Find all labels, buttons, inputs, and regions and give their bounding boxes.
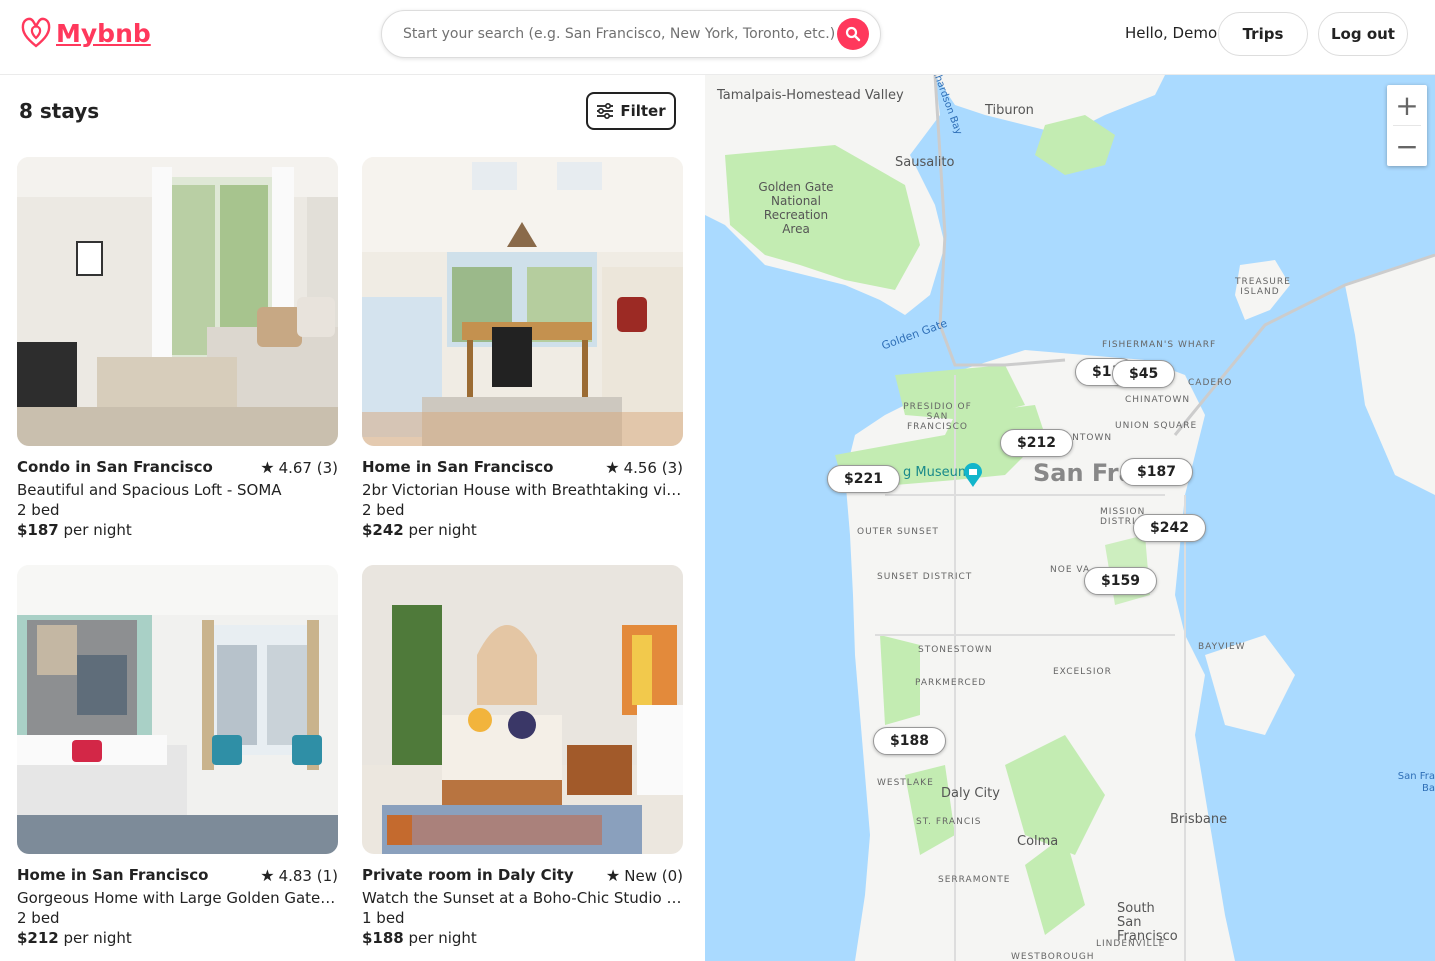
search-button[interactable] bbox=[837, 18, 869, 50]
map-label: ST. FRANCIS bbox=[916, 817, 982, 827]
listing-rating: ★ 4.56 (3) bbox=[605, 458, 683, 477]
price-amount: $242 bbox=[362, 521, 404, 539]
filter-label: Filter bbox=[620, 102, 666, 120]
map-label: OUTER SUNSET bbox=[857, 527, 939, 537]
map-label: WESTBOROUGH bbox=[1011, 952, 1095, 961]
listing-price: $188 per night bbox=[362, 929, 683, 947]
map-label: STONESTOWN bbox=[918, 645, 993, 655]
map-price-marker[interactable]: $45 bbox=[1112, 360, 1176, 388]
listing-description: Gorgeous Home with Large Golden Gate Br.… bbox=[17, 889, 338, 907]
map-price-marker[interactable]: $221 bbox=[827, 465, 900, 493]
map-label: Colma bbox=[1017, 834, 1059, 849]
filter-button[interactable]: Filter bbox=[586, 92, 676, 130]
listing-title: Private room in Daly City bbox=[362, 866, 574, 884]
search-input[interactable] bbox=[403, 26, 837, 42]
museum-pin-icon bbox=[963, 463, 983, 487]
map-label: BAYVIEW bbox=[1198, 642, 1246, 652]
price-amount: $212 bbox=[17, 929, 59, 947]
map-label: LINDENVILLE bbox=[1096, 939, 1166, 949]
map-label: Brisbane bbox=[1170, 812, 1228, 827]
listing-title: Home in San Francisco bbox=[362, 458, 554, 476]
user-greeting: Hello, Demo bbox=[1125, 24, 1218, 42]
brand-name: Mybnb bbox=[56, 18, 151, 48]
listing-card[interactable]: Home in San Francisco ★ 4.56 (3) 2br Vict… bbox=[362, 157, 683, 539]
listing-price: $212 per night bbox=[17, 929, 338, 947]
map-label: SUNSET DISTRICT bbox=[877, 572, 973, 582]
rating-value: 4.56 (3) bbox=[623, 458, 683, 477]
map-label: g Museum bbox=[903, 465, 971, 480]
rating-value: 4.83 (1) bbox=[278, 866, 338, 885]
sliders-icon bbox=[597, 103, 614, 119]
map-label: Daly City bbox=[941, 786, 1000, 801]
price-unit: per night bbox=[408, 521, 477, 539]
listing-price: $242 per night bbox=[362, 521, 683, 539]
listing-photo[interactable] bbox=[362, 565, 683, 854]
listing-beds: 1 bed bbox=[362, 909, 405, 927]
map-price-marker[interactable]: $188 bbox=[873, 727, 946, 755]
zoom-out-button[interactable]: − bbox=[1387, 126, 1427, 166]
listing-beds: 2 bed bbox=[17, 909, 60, 927]
price-unit: per night bbox=[408, 929, 477, 947]
search-bar[interactable] bbox=[381, 10, 881, 58]
map-label: SERRAMONTE bbox=[938, 875, 1011, 885]
price-unit: per night bbox=[63, 521, 132, 539]
map-price-marker[interactable]: $242 bbox=[1133, 514, 1206, 542]
map-label: NOE VA bbox=[1050, 565, 1091, 575]
star-icon: ★ bbox=[605, 866, 621, 885]
map-label: San Fra Ba bbox=[1397, 771, 1435, 794]
map-label: CHINATOWN bbox=[1125, 395, 1191, 405]
map-label: Golden Gate National Recreation Area bbox=[758, 180, 834, 236]
search-icon bbox=[845, 26, 861, 42]
map-price-marker[interactable]: $187 bbox=[1120, 458, 1193, 486]
listing-card[interactable]: Private room in Daly City ★ New (0) Watch… bbox=[362, 565, 683, 947]
map-label: Sausalito bbox=[895, 155, 955, 170]
logout-button[interactable]: Log out bbox=[1318, 12, 1408, 56]
price-amount: $188 bbox=[362, 929, 404, 947]
brand-logo[interactable]: Mybnb bbox=[20, 16, 151, 50]
map-label: PRESIDIO OF SAN FRANCISCO bbox=[903, 402, 972, 432]
listing-card[interactable]: Home in San Francisco ★ 4.83 (1) Gorgeous… bbox=[17, 565, 338, 947]
listing-beds: 2 bed bbox=[17, 501, 60, 519]
map-label: WESTLAKE bbox=[877, 778, 934, 788]
listing-rating: ★ 4.67 (3) bbox=[260, 458, 338, 477]
star-icon: ★ bbox=[260, 866, 275, 885]
listing-title: Condo in San Francisco bbox=[17, 458, 213, 476]
listing-description: Beautiful and Spacious Loft - SOMA bbox=[17, 481, 282, 499]
star-icon: ★ bbox=[605, 458, 620, 477]
rating-value: 4.67 (3) bbox=[278, 458, 338, 477]
listing-photo[interactable] bbox=[17, 157, 338, 446]
map-zoom-controls: + − bbox=[1387, 85, 1427, 166]
listing-card[interactable]: Condo in San Francisco ★ 4.67 (3) Beautif… bbox=[17, 157, 338, 539]
results-count: 8 stays bbox=[19, 99, 100, 123]
map-label: FISHERMAN'S WHARF bbox=[1102, 340, 1217, 350]
map-label: Tiburon bbox=[985, 103, 1034, 118]
map-label: CADERO bbox=[1188, 378, 1233, 388]
map-label: UNION SQUARE bbox=[1115, 421, 1198, 431]
rating-value: New (0) bbox=[624, 866, 683, 885]
map-price-marker[interactable]: $159 bbox=[1084, 567, 1157, 595]
top-header: Mybnb Hello, Demo Trips Log out bbox=[0, 0, 1435, 75]
listing-beds: 2 bed bbox=[362, 501, 405, 519]
map-label: EXCELSIOR bbox=[1053, 667, 1112, 677]
map-label: South San Francisco bbox=[1117, 901, 1178, 944]
zoom-in-button[interactable]: + bbox=[1387, 85, 1427, 125]
listing-photo[interactable] bbox=[17, 565, 338, 854]
listing-title: Home in San Francisco bbox=[17, 866, 209, 884]
listing-description: Watch the Sunset at a Boho-Chic Studio w… bbox=[362, 889, 683, 907]
map-view[interactable]: Tamalpais-Homestead Valley Tiburon Sausa… bbox=[705, 75, 1435, 961]
star-icon: ★ bbox=[260, 458, 275, 477]
price-amount: $187 bbox=[17, 521, 59, 539]
airbnb-logo-icon bbox=[21, 17, 51, 48]
map-label: Tamalpais-Homestead Valley bbox=[717, 88, 904, 103]
price-unit: per night bbox=[63, 929, 132, 947]
map-label: PARKMERCED bbox=[915, 678, 987, 688]
map-label: TREASURE ISLAND bbox=[1235, 277, 1291, 297]
trips-button[interactable]: Trips bbox=[1218, 12, 1308, 56]
listing-description: 2br Victorian House with Breathtaking vi… bbox=[362, 481, 683, 499]
listing-price: $187 per night bbox=[17, 521, 338, 539]
map-price-marker[interactable]: $212 bbox=[1000, 429, 1073, 457]
listing-rating: ★ New (0) bbox=[606, 866, 683, 885]
listing-photo[interactable] bbox=[362, 157, 683, 446]
listing-rating: ★ 4.83 (1) bbox=[260, 866, 338, 885]
